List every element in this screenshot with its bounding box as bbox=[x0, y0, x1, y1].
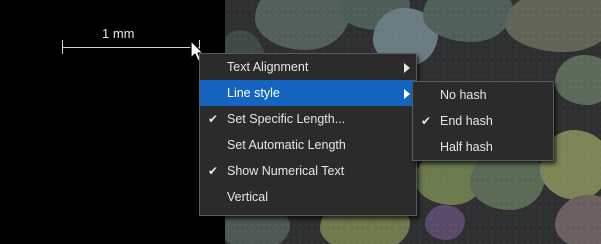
scale-bar-line bbox=[62, 47, 200, 48]
menu-item-label: Vertical bbox=[227, 190, 268, 204]
submenu-item-half-hash[interactable]: Half hash bbox=[413, 134, 553, 160]
submenu-arrow-icon bbox=[404, 89, 410, 99]
submenu-item-label: Half hash bbox=[440, 140, 493, 154]
submenu-item-label: No hash bbox=[440, 88, 487, 102]
menu-item-show-numerical-text[interactable]: ✔ Show Numerical Text bbox=[200, 158, 416, 184]
menu-item-text-alignment[interactable]: Text Alignment bbox=[200, 54, 416, 80]
scale-bar-label: 1 mm bbox=[102, 26, 135, 41]
menu-item-label: Text Alignment bbox=[227, 60, 309, 74]
submenu-item-label: End hash bbox=[440, 114, 493, 128]
menu-item-line-style[interactable]: Line style bbox=[200, 80, 416, 106]
checkmark-icon: ✔ bbox=[208, 112, 219, 126]
checkmark-icon: ✔ bbox=[208, 164, 219, 178]
menu-item-set-specific-length[interactable]: ✔ Set Specific Length... bbox=[200, 106, 416, 132]
menu-item-label: Line style bbox=[227, 86, 280, 100]
image-viewer-canvas[interactable]: 1 mm Text Alignment Line style ✔ Set Spe… bbox=[0, 0, 601, 244]
menu-item-vertical[interactable]: Vertical bbox=[200, 184, 416, 210]
scale-bar[interactable]: 1 mm bbox=[62, 26, 200, 54]
menu-item-label: Show Numerical Text bbox=[227, 164, 345, 178]
menu-item-set-automatic-length[interactable]: Set Automatic Length bbox=[200, 132, 416, 158]
submenu-arrow-icon bbox=[404, 63, 410, 73]
menu-item-label: Set Automatic Length bbox=[227, 138, 346, 152]
line-style-submenu: No hash ✔ End hash Half hash bbox=[412, 81, 554, 161]
context-menu: Text Alignment Line style ✔ Set Specific… bbox=[199, 53, 417, 216]
submenu-item-end-hash[interactable]: ✔ End hash bbox=[413, 108, 553, 134]
checkmark-icon: ✔ bbox=[421, 114, 432, 128]
submenu-item-no-hash[interactable]: No hash bbox=[413, 82, 553, 108]
menu-item-label: Set Specific Length... bbox=[227, 112, 346, 126]
scale-bar-left-hash bbox=[62, 40, 63, 54]
